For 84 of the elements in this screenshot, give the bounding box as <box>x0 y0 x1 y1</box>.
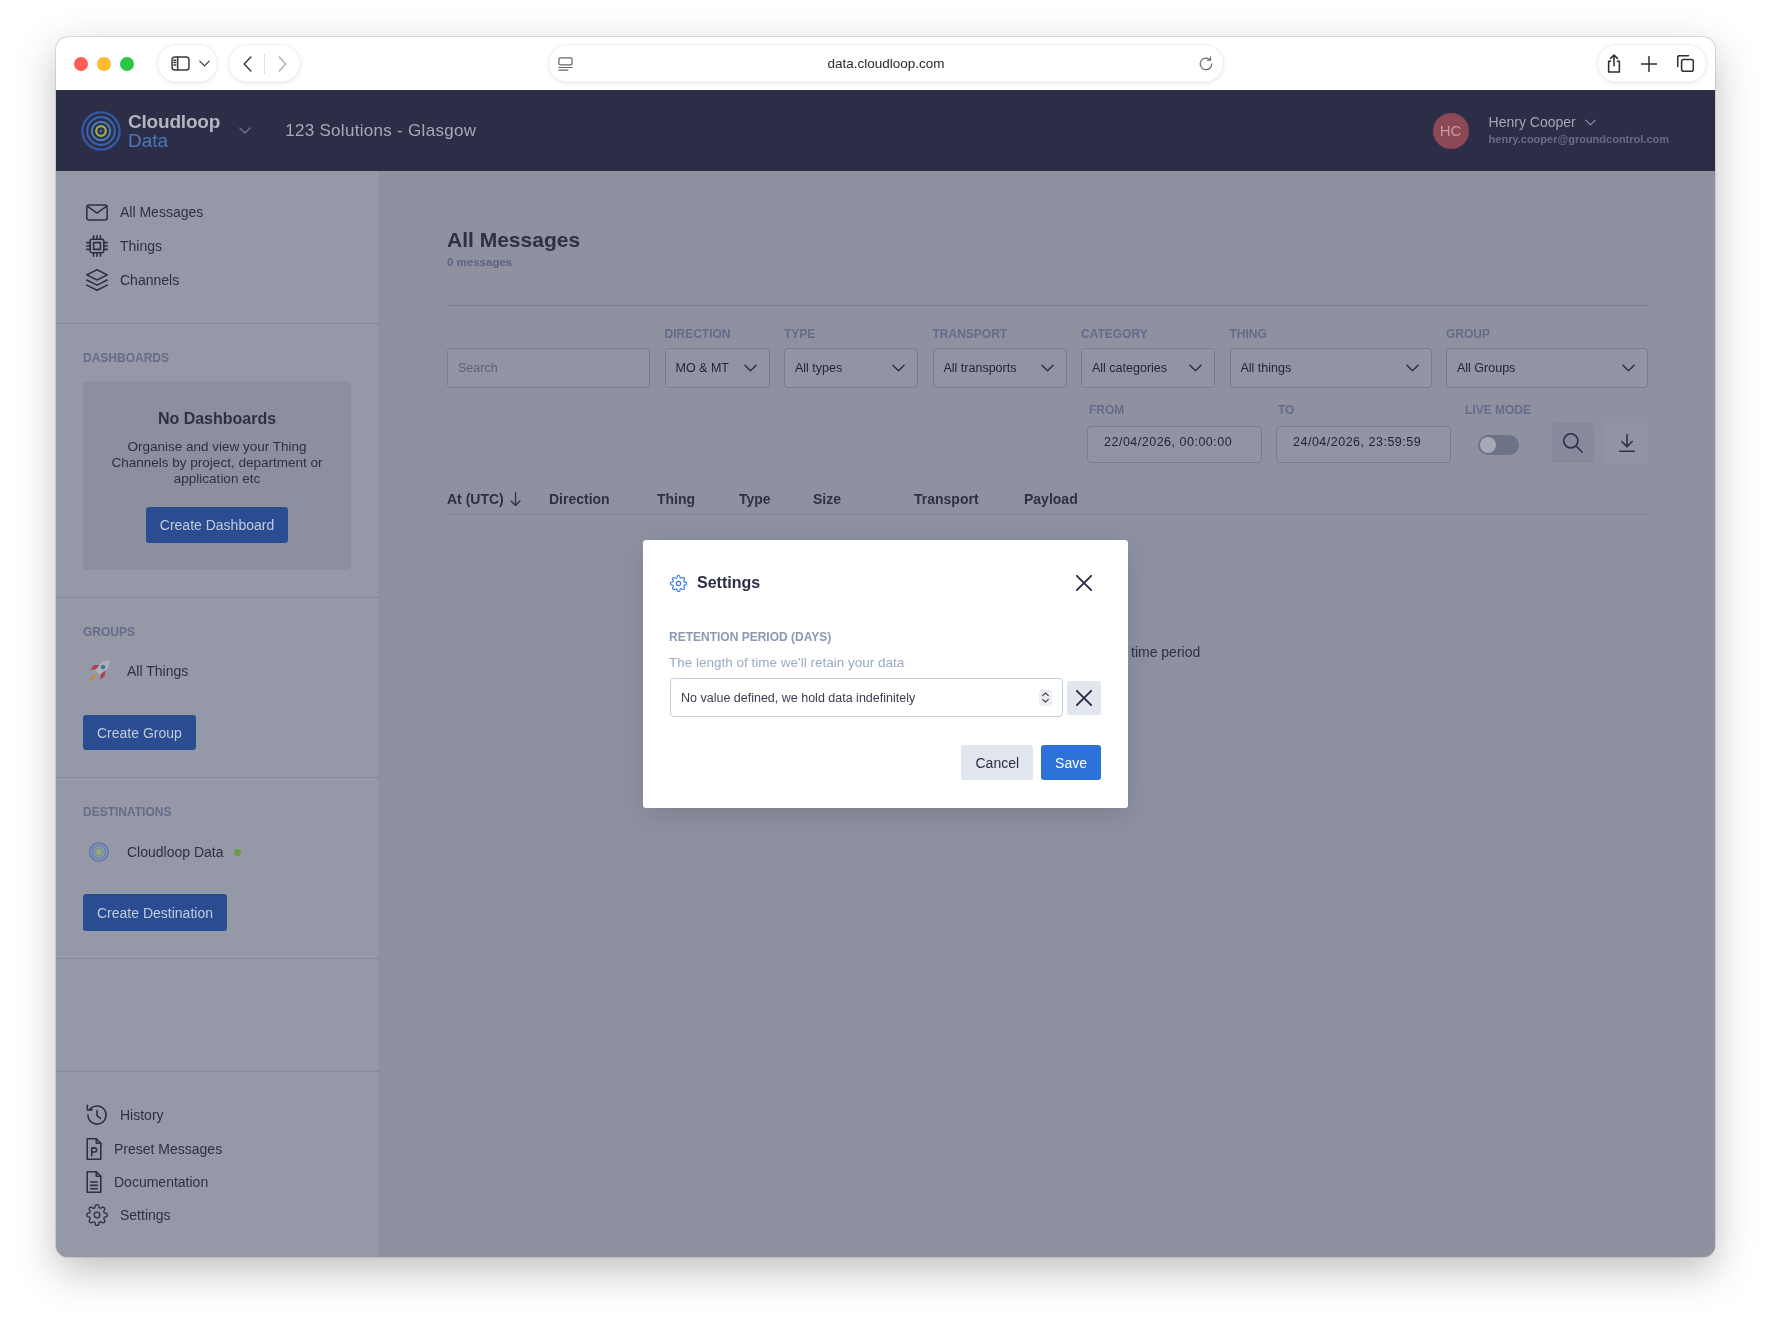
document-icon <box>86 1171 102 1194</box>
address-field[interactable]: data.cloudloop.com <box>549 45 1223 82</box>
retention-select[interactable]: No value defined, we hold data indefinitely <box>670 678 1063 717</box>
date-time-field[interactable]: 22/04/2026, 00:00:00 <box>1087 426 1262 463</box>
settings-icon <box>670 574 687 592</box>
column-header[interactable]: Size <box>813 491 841 507</box>
filter-select[interactable]: All things <box>1229 348 1432 388</box>
sidebar-icon <box>171 56 190 71</box>
date-time-field[interactable]: 24/04/2026, 23:59:59 <box>1276 426 1451 463</box>
tabs-icon[interactable] <box>1677 55 1694 72</box>
chevron-down-icon <box>1189 364 1202 372</box>
filter-select[interactable]: All types <box>784 348 918 388</box>
empty-state-text: time period <box>1131 643 1201 661</box>
create-destination-button[interactable]: Create Destination <box>83 894 227 931</box>
envelope-icon <box>86 203 108 221</box>
chevron-down-icon <box>1622 364 1635 372</box>
chevron-down-icon[interactable] <box>239 127 252 134</box>
search-button[interactable] <box>1552 423 1594 463</box>
chevron-down-icon <box>892 364 905 372</box>
create-dashboard-button[interactable]: Create Dashboard <box>145 507 289 543</box>
filter-select[interactable]: All transports <box>932 348 1067 388</box>
save-button[interactable]: Save <box>1041 745 1101 780</box>
field-description: The length of time we'll retain your data <box>669 654 906 671</box>
clear-button[interactable] <box>1067 680 1101 715</box>
window-close-button[interactable] <box>74 56 88 71</box>
history-icon <box>86 1104 108 1127</box>
sidebar-nav-link[interactable]: Preset Messages <box>86 1132 223 1166</box>
chevron-right-icon <box>277 55 287 72</box>
user-email: henry.cooper@groundcontrol.com <box>1488 132 1669 147</box>
sidebar-toggle-button[interactable] <box>158 45 217 82</box>
download-icon <box>1618 434 1635 452</box>
column-header[interactable]: Thing <box>657 491 696 507</box>
filter-select[interactable]: All categories <box>1081 348 1215 388</box>
chevron-up-down-icon <box>1039 689 1052 706</box>
sidebar-nav-link[interactable]: History <box>86 1098 164 1133</box>
page-lines-icon <box>558 56 573 71</box>
rings-logo-icon <box>89 842 109 862</box>
filter-select[interactable]: All Groups <box>1446 348 1648 388</box>
column-header[interactable]: Payload <box>1024 491 1078 507</box>
column-header[interactable]: Type <box>739 491 771 507</box>
x-icon <box>1076 689 1092 706</box>
reload-icon <box>1199 56 1213 71</box>
plus-icon[interactable] <box>1641 55 1657 72</box>
brand-name: Cloudloop <box>128 111 221 131</box>
column-header[interactable]: Direction <box>549 491 610 507</box>
sidebar-nav-link[interactable]: Things <box>86 229 163 263</box>
empty-state-title: No Dashboards <box>156 409 278 429</box>
field-label: RETENTION PERIOD (DAYS) <box>669 630 833 644</box>
user-name: Henry Cooper <box>1488 114 1576 131</box>
dialog-title: Settings <box>697 574 761 592</box>
logo-icon <box>81 110 121 151</box>
organisation-name: 123 Solutions - Glasgow <box>285 120 477 141</box>
chevron-down-icon[interactable] <box>1584 119 1596 126</box>
window-zoom-button[interactable] <box>120 56 134 71</box>
column-header[interactable]: Transport <box>914 491 979 507</box>
chevron-down-icon <box>743 364 757 372</box>
create-group-button[interactable]: Create Group <box>83 715 196 750</box>
sidebar-nav-link[interactable]: Channels <box>86 263 180 297</box>
filter-select[interactable]: MO & MT <box>664 348 770 388</box>
layers-icon <box>86 269 108 291</box>
search-icon <box>1563 433 1583 453</box>
live-mode-toggle[interactable] <box>1478 434 1519 455</box>
sidebar-nav-link[interactable]: Documentation <box>86 1165 209 1199</box>
chevron-down-icon <box>199 60 210 67</box>
chevron-left-icon <box>242 55 252 72</box>
group-link[interactable]: All Things <box>83 654 189 688</box>
rocket-icon <box>88 660 110 682</box>
document-p-icon <box>86 1137 102 1160</box>
page-title: All Messages <box>447 227 582 253</box>
chevron-down-icon <box>1040 364 1054 372</box>
sidebar-nav-link[interactable]: All Messages <box>86 195 204 229</box>
arrow-down-icon <box>509 492 521 506</box>
cancel-button[interactable]: Cancel <box>961 745 1034 780</box>
sidebar-nav-link[interactable]: Settings <box>86 1198 171 1232</box>
settings-icon <box>86 1204 108 1227</box>
chip-icon <box>86 235 108 257</box>
user-avatar[interactable]: HC <box>1432 112 1469 149</box>
column-header[interactable]: At (UTC) <box>447 491 521 507</box>
empty-state-text: Organise and view your Thing Channels by project, department or application etc <box>110 439 324 487</box>
close-icon <box>1076 575 1092 591</box>
share-icon[interactable] <box>1607 54 1621 73</box>
chevron-down-icon <box>1405 364 1419 372</box>
destination-link[interactable]: Cloudloop Data <box>83 835 241 869</box>
product-name: Data <box>128 130 169 150</box>
